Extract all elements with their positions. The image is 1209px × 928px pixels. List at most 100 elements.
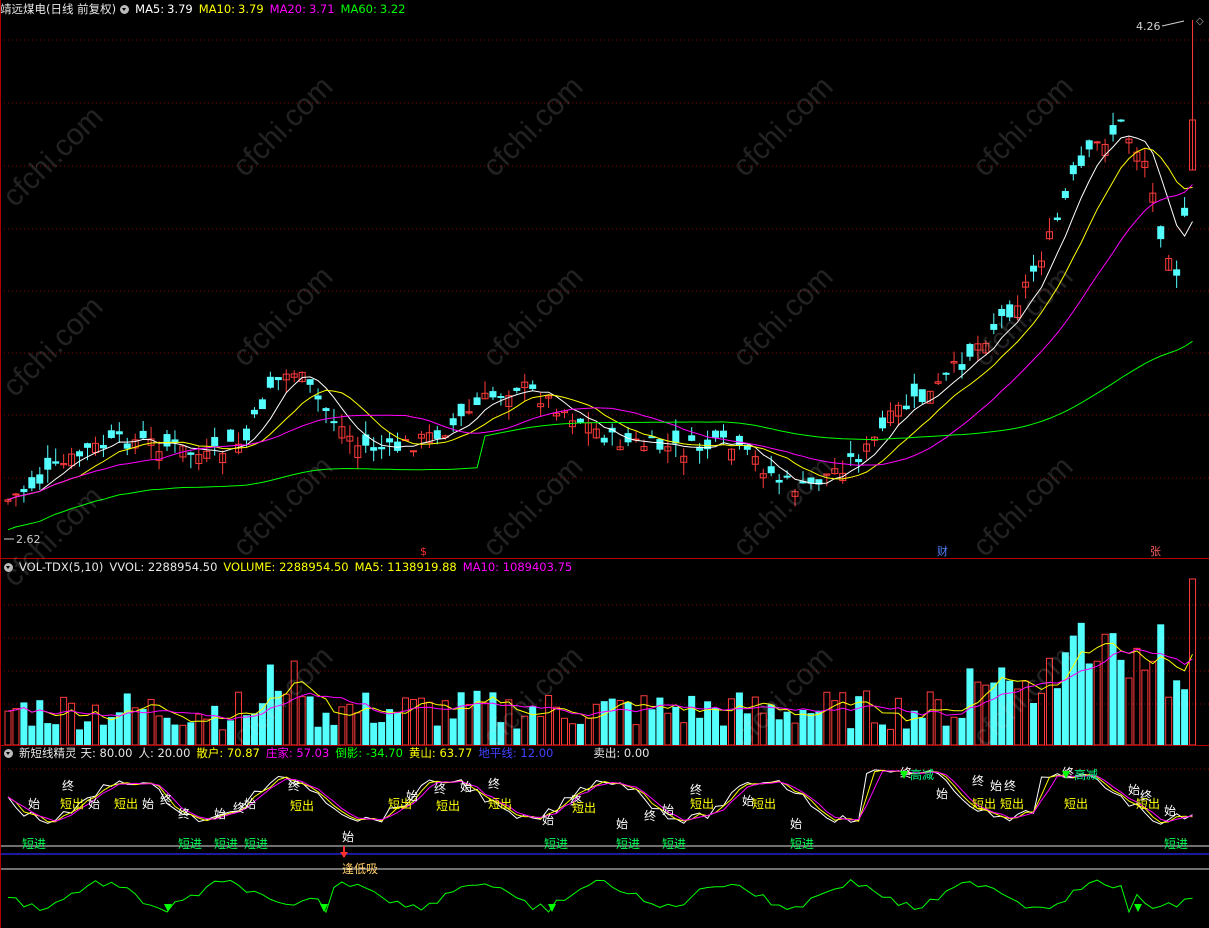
volume-bar-up <box>561 717 568 746</box>
volume-bar-up <box>632 724 640 746</box>
candle-down <box>330 421 338 424</box>
indicator-label-duanjin: 短进 <box>544 837 568 851</box>
volume-bar-up <box>521 715 529 746</box>
volume-bar-down <box>720 725 727 746</box>
candle-down <box>1085 140 1093 150</box>
volume-bar-down <box>600 701 608 746</box>
candle-down <box>258 399 266 410</box>
indicator-label-shi: 始 <box>244 797 256 811</box>
indicator-label-duanchu: 短出 <box>972 797 996 811</box>
zoom-icon[interactable]: ◇ <box>1196 16 1204 27</box>
volume-bar-down <box>1053 688 1061 746</box>
candle-up <box>12 493 20 496</box>
volume-bar-up <box>1045 657 1053 746</box>
candle-down <box>84 443 91 448</box>
indicator-label-shi: 始 <box>142 797 154 811</box>
indicator-label-duanjin: 短进 <box>790 837 814 851</box>
candle-down <box>44 457 52 470</box>
volume-bar-down <box>1173 680 1181 746</box>
candle-down <box>656 439 664 450</box>
candle-down <box>1109 125 1117 135</box>
candle-down <box>274 377 282 381</box>
volume-bar-up <box>926 691 934 746</box>
indicator-label-fengdixi: 逢低吸 <box>342 862 378 876</box>
volume-bar-down <box>1006 680 1014 746</box>
volume-bar-up <box>1101 633 1109 746</box>
indicator-label-duanjin: 短进 <box>662 837 686 851</box>
volume-bar-up <box>1133 647 1141 746</box>
volume-bar-up <box>354 712 362 746</box>
candle-down <box>910 383 918 397</box>
indicator-label-shi: 始 <box>616 817 628 831</box>
volume-bar-up <box>4 710 12 746</box>
volume-bar-down <box>187 722 195 746</box>
volume-bar-up <box>751 696 759 746</box>
candle-down <box>211 437 219 447</box>
volume-bar-down <box>918 717 926 746</box>
indicator-label-zhong: 终 <box>160 792 172 807</box>
volume-bar-down <box>648 709 656 746</box>
event-marker-dividend[interactable]: $ <box>420 545 427 558</box>
indicator-label-duanchu: 短出 <box>488 797 512 811</box>
volume-bar-up <box>886 728 894 746</box>
candle-down <box>20 488 28 493</box>
volume-bar-down <box>902 728 910 746</box>
volume-bar-up <box>235 691 243 746</box>
volume-bar-down <box>52 724 60 746</box>
indicator-label-duanjin: 短进 <box>22 837 46 851</box>
indicator-label-shi: 始 <box>1128 783 1140 797</box>
volume-bar-down <box>696 717 704 746</box>
ma60-line <box>7 340 1193 531</box>
candle-down <box>1069 165 1077 175</box>
volume-bar-down <box>608 698 616 746</box>
volume-bar-down <box>942 725 950 746</box>
candle-down <box>1006 304 1014 318</box>
candle-down <box>1061 191 1069 198</box>
volume-bar-up <box>640 695 648 746</box>
candle-down <box>1117 119 1125 122</box>
price-high-arrow <box>1161 20 1185 27</box>
indicator-label-shi: 始 <box>790 817 802 831</box>
indicator-label-duanchu: 短出 <box>572 801 596 815</box>
indicator-label-shi: 始 <box>990 779 1002 793</box>
volume-bar-up <box>12 708 20 746</box>
candle-down <box>672 430 680 444</box>
volume-bar-down <box>1181 689 1189 746</box>
volume-bar-up <box>60 696 68 746</box>
volume-bar-down <box>958 717 966 746</box>
candle-down <box>600 437 608 443</box>
volume-bar-down <box>743 713 751 746</box>
volume-bar-up <box>179 724 187 746</box>
candle-down <box>775 479 783 483</box>
volume-bar-down <box>799 709 807 746</box>
volume-bar-up <box>1189 578 1197 746</box>
volume-bar-up <box>147 698 155 746</box>
candle-down <box>767 466 775 474</box>
volume-bar-down <box>855 696 863 746</box>
volume-bar-down <box>529 706 537 746</box>
volume-bar-up <box>195 713 203 746</box>
volume-bar-down <box>36 700 44 746</box>
indicator-label-gaojian: 高减 <box>1074 767 1098 782</box>
volume-bar-up <box>1014 688 1022 746</box>
volume-bar-up <box>545 695 553 746</box>
candle-down <box>497 395 505 398</box>
volume-bar-up <box>481 702 489 746</box>
candle-down <box>855 459 863 463</box>
indicator-label-duanjin: 短进 <box>214 837 238 851</box>
event-marker-limit-up[interactable]: 张 <box>1150 545 1161 558</box>
indicator-label-duanchu: 短出 <box>290 799 314 813</box>
volume-bar-down <box>1061 652 1069 746</box>
volume-bar-down <box>576 723 584 746</box>
candle-down <box>879 417 886 429</box>
indicator-label-zhong: 终 <box>178 806 190 821</box>
volume-bar-down <box>322 712 330 746</box>
volume-bar-up <box>537 715 545 746</box>
event-marker-finance[interactable]: 财 <box>937 544 948 558</box>
volume-bar-down <box>807 713 815 746</box>
volume-bar-down <box>227 720 235 746</box>
price-high-label: 4.26 <box>1136 20 1161 33</box>
indicator-label-zhong: 终 <box>288 778 300 793</box>
volume-bar-up <box>465 704 473 746</box>
volume-bar-up <box>1141 669 1149 746</box>
